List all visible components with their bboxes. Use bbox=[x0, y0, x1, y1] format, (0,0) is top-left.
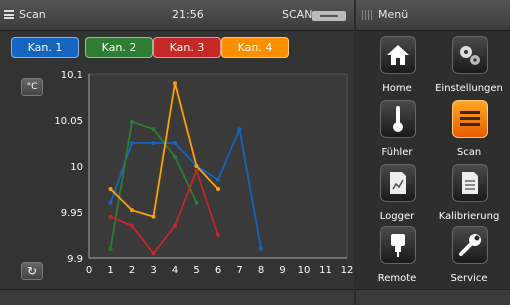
data-point bbox=[108, 187, 113, 191]
menu-item-home[interactable]: Home bbox=[362, 36, 432, 98]
x-tick-label: 3 bbox=[150, 265, 156, 276]
menu-item-remote[interactable]: Remote bbox=[362, 226, 432, 288]
data-point bbox=[151, 214, 156, 219]
data-point bbox=[194, 164, 199, 168]
menu-item-label: Einstellungen bbox=[435, 83, 503, 94]
data-point bbox=[173, 141, 177, 145]
menu-item-scan[interactable]: Scan bbox=[434, 100, 504, 162]
y-tick-label: 10.05 bbox=[54, 116, 83, 127]
data-point bbox=[108, 246, 113, 251]
wrench-icon bbox=[452, 226, 488, 264]
thermometer-icon bbox=[380, 100, 416, 138]
x-tick-label: 11 bbox=[319, 265, 332, 276]
logger-icon bbox=[380, 164, 416, 202]
x-tick-label: 6 bbox=[215, 265, 221, 276]
data-point bbox=[151, 127, 156, 132]
menu-item-label: Service bbox=[450, 273, 488, 284]
home-icon bbox=[380, 36, 416, 74]
data-point bbox=[216, 177, 220, 182]
tab-kan-2[interactable]: Kan. 2 bbox=[85, 37, 153, 58]
data-point bbox=[108, 214, 113, 219]
menu-item-einstellungen[interactable]: Einstellungen bbox=[434, 36, 504, 98]
scan-list-icon bbox=[452, 100, 488, 138]
data-point bbox=[194, 168, 199, 173]
menu-panel: Menü Home Einstellungen Fühler Scan Logg… bbox=[356, 0, 510, 305]
unit-button[interactable]: °C bbox=[21, 78, 43, 96]
x-tick-label: 4 bbox=[172, 265, 178, 276]
x-tick-label: 9 bbox=[279, 265, 285, 276]
menu-title-bar: Menü bbox=[356, 0, 510, 31]
scan-title-bar: Scan 21:56 SCAN bbox=[0, 0, 354, 31]
remote-plug-icon bbox=[380, 226, 416, 264]
data-point bbox=[151, 141, 156, 145]
tab-kan-3[interactable]: Kan. 3 bbox=[153, 37, 221, 58]
data-point bbox=[173, 154, 177, 159]
x-tick-label: 2 bbox=[129, 265, 135, 276]
menu-item-logger[interactable]: Logger bbox=[362, 164, 432, 226]
menu-item-label: Scan bbox=[456, 147, 482, 158]
x-tick-label: 8 bbox=[258, 265, 264, 276]
x-tick-label: 10 bbox=[298, 265, 311, 276]
data-point bbox=[130, 119, 134, 124]
data-point bbox=[173, 223, 177, 228]
x-tick-label: 7 bbox=[236, 265, 242, 276]
data-point bbox=[130, 208, 134, 213]
x-tick-label: 1 bbox=[107, 265, 113, 276]
menu-title: Menü bbox=[378, 8, 409, 21]
tab-kan-1[interactable]: Kan. 1 bbox=[11, 37, 79, 58]
data-point bbox=[216, 233, 220, 237]
menu-item-label: Kalibrierung bbox=[438, 211, 500, 222]
data-point bbox=[151, 251, 156, 256]
data-point bbox=[108, 200, 113, 205]
menu-item-fuehler[interactable]: Fühler bbox=[362, 100, 432, 162]
menu-item-service[interactable]: Service bbox=[434, 226, 504, 288]
x-tick-label: 0 bbox=[86, 265, 92, 276]
status-bar bbox=[0, 289, 354, 305]
menu-status-bar bbox=[356, 289, 510, 305]
temperature-chart: 0 1 2 3 4 5 6 7 8 9 10 11 129.99.951010.0510.1 bbox=[54, 70, 354, 276]
grip-icon bbox=[362, 10, 372, 20]
data-point bbox=[237, 127, 242, 132]
tab-kan-4[interactable]: Kan. 4 bbox=[221, 37, 289, 58]
data-point bbox=[216, 187, 220, 191]
data-point bbox=[130, 141, 134, 145]
y-tick-label: 10.1 bbox=[61, 70, 83, 81]
plot-area bbox=[88, 73, 348, 259]
gears-icon bbox=[452, 36, 488, 74]
data-point bbox=[194, 200, 199, 205]
x-tick-label: 12 bbox=[341, 265, 354, 276]
hamburger-icon[interactable] bbox=[4, 10, 14, 19]
y-tick-label: 9.95 bbox=[61, 208, 83, 219]
mode-label: SCAN bbox=[282, 8, 313, 21]
scan-panel: Scan 21:56 SCAN Kan. 1 Kan. 2 Kan. 3 Kan… bbox=[0, 0, 354, 305]
data-point bbox=[259, 246, 263, 251]
menu-item-kalibrierung[interactable]: Kalibrierung bbox=[434, 164, 504, 226]
data-point bbox=[130, 223, 134, 228]
data-point bbox=[173, 81, 177, 86]
clock: 21:56 bbox=[172, 8, 204, 21]
calibration-icon bbox=[452, 164, 488, 202]
x-tick-label: 5 bbox=[193, 265, 199, 276]
usb-icon bbox=[312, 11, 346, 21]
refresh-icon[interactable]: ↻ bbox=[21, 262, 43, 280]
y-tick-label: 9.9 bbox=[67, 254, 83, 265]
panel-title: Scan bbox=[19, 8, 46, 21]
y-tick-label: 10 bbox=[70, 162, 83, 173]
